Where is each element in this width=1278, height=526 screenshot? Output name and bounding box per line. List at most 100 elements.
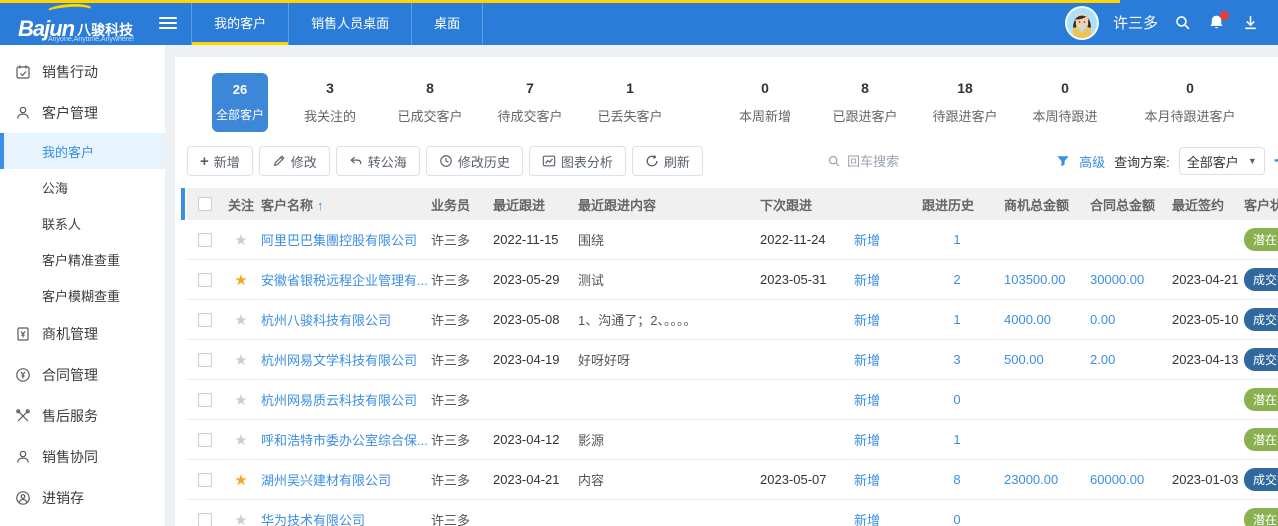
history-count-link[interactable]: 8	[953, 472, 960, 487]
star-icon[interactable]	[234, 432, 247, 449]
contract-amount-link[interactable]: 60000.00	[1090, 472, 1144, 487]
sidebar-item-exact-dedup[interactable]: 客户精准查重	[0, 241, 165, 277]
customer-name-link[interactable]: 阿里巴巴集團控股有限公司	[261, 233, 417, 248]
star-icon[interactable]	[234, 392, 247, 409]
add-follow-link[interactable]: 新增	[854, 513, 880, 526]
refresh-button[interactable]: 刷新	[632, 146, 703, 176]
stat-month-to-follow[interactable]: 0本月待跟进客户	[1130, 80, 1250, 125]
star-icon[interactable]	[234, 352, 247, 369]
tab-desktop[interactable]: 桌面	[411, 0, 483, 45]
customer-name-link[interactable]: 安徽省银税远程企业管理有...	[261, 273, 428, 288]
customer-name-link[interactable]: 杭州八骏科技有限公司	[261, 313, 391, 328]
download-icon[interactable]	[1240, 13, 1260, 33]
history-count-link[interactable]: 1	[953, 232, 960, 247]
topbar-right: 许三多	[1065, 6, 1278, 40]
add-follow-link[interactable]: 新增	[854, 233, 880, 248]
status-badge: 潜在客户	[1244, 228, 1278, 251]
modify-history-button[interactable]: 修改历史	[426, 146, 523, 176]
table-row: 安徽省银税远程企业管理有... 许三多 2023-05-29 测试 2023-0…	[187, 260, 1278, 300]
sidebar-item-public-sea[interactable]: 公海	[0, 169, 165, 205]
chart-analysis-button[interactable]: 图表分析	[529, 146, 626, 176]
sidebar-item-after-sales[interactable]: 售后服务	[0, 395, 165, 436]
sidebar-item-customer-mgmt[interactable]: 客户管理	[0, 92, 165, 133]
add-follow-link[interactable]: 新增	[854, 393, 880, 408]
contract-amount-link[interactable]: 2.00	[1090, 352, 1115, 367]
history-count-link[interactable]: 0	[953, 512, 960, 526]
row-checkbox[interactable]	[198, 313, 212, 327]
row-checkbox[interactable]	[198, 273, 212, 287]
sidebar-item-contract-mgmt[interactable]: 合同管理	[0, 354, 165, 395]
row-checkbox[interactable]	[198, 433, 212, 447]
stat-my-followed[interactable]: 3我关注的	[280, 80, 380, 125]
stat-new-this-week[interactable]: 0本周新增	[715, 80, 815, 125]
move-to-public-button[interactable]: 转公海	[336, 146, 420, 176]
history-count-link[interactable]: 0	[953, 392, 960, 407]
stat-to-follow[interactable]: 18待跟进客户	[915, 80, 1015, 125]
star-icon[interactable]	[234, 312, 247, 329]
sidebar-item-opportunity-mgmt[interactable]: 商机管理	[0, 313, 165, 354]
sidebar-item-contacts[interactable]: 联系人	[0, 205, 165, 241]
stat-deal-customers[interactable]: 8已成交客户	[380, 80, 480, 125]
sidebar-item-fuzzy-dedup[interactable]: 客户模糊查重	[0, 277, 165, 313]
stat-week-to-follow[interactable]: 0本周待跟进	[1015, 80, 1115, 125]
customer-name-link[interactable]: 杭州网易文学科技有限公司	[261, 353, 417, 368]
notification-badge	[1220, 11, 1229, 20]
history-count-link[interactable]: 3	[953, 352, 960, 367]
star-icon[interactable]	[234, 512, 247, 526]
row-checkbox[interactable]	[198, 393, 212, 407]
add-follow-link[interactable]: 新增	[854, 273, 880, 288]
filter-funnel-icon[interactable]	[1056, 154, 1070, 168]
advanced-search-link[interactable]: 高级	[1079, 152, 1105, 171]
notification-bell-icon[interactable]	[1206, 13, 1226, 33]
history-count-link[interactable]: 1	[953, 312, 960, 327]
add-follow-link[interactable]: 新增	[854, 353, 880, 368]
brand-logo: Bajun 八骏科技 Anyone,Anytime,Anywhere!	[18, 6, 133, 40]
star-icon[interactable]	[234, 472, 247, 489]
search-input[interactable]	[847, 154, 957, 169]
customer-name-link[interactable]: 华为技术有限公司	[261, 513, 365, 526]
history-count-link[interactable]: 1	[953, 432, 960, 447]
star-icon[interactable]	[234, 232, 247, 249]
row-checkbox[interactable]	[198, 513, 212, 526]
sidebar-item-inventory[interactable]: 进销存	[0, 477, 165, 518]
row-checkbox[interactable]	[198, 353, 212, 367]
add-plan-icon[interactable]: +	[1274, 151, 1278, 171]
table-row: 华为技术有限公司 许三多 新增 0 潜在客户	[187, 500, 1278, 526]
contract-amount-link[interactable]: 0.00	[1090, 312, 1115, 327]
search-icon[interactable]	[1172, 13, 1192, 33]
customer-name-link[interactable]: 呼和浩特市委办公室综合保...	[261, 433, 428, 448]
stat-all-customers[interactable]: 26全部客户	[212, 73, 268, 132]
row-checkbox[interactable]	[198, 473, 212, 487]
contract-amount-link[interactable]: 30000.00	[1090, 272, 1144, 287]
stat-followed-up[interactable]: 8已跟进客户	[815, 80, 915, 125]
opp-amount-link[interactable]: 103500.00	[1004, 272, 1065, 287]
stat-lost-customers[interactable]: 1已丢失客户	[580, 80, 680, 125]
customer-name-link[interactable]: 湖州吴兴建材有限公司	[261, 473, 391, 488]
tab-sales-desktop[interactable]: 销售人员桌面	[288, 0, 411, 45]
sort-asc-icon[interactable]: ↑	[317, 198, 324, 213]
add-follow-link[interactable]: 新增	[854, 433, 880, 448]
opp-amount-link[interactable]: 23000.00	[1004, 472, 1058, 487]
stat-pending-deal[interactable]: 7待成交客户	[480, 80, 580, 125]
query-plan-select[interactable]: 全部客户 ▼	[1179, 147, 1265, 175]
col-customer-name[interactable]: 客户名称↑	[259, 195, 431, 214]
menu-toggle-icon[interactable]	[159, 17, 177, 29]
select-all-checkbox[interactable]	[198, 197, 212, 211]
add-button[interactable]: +新增	[187, 146, 253, 176]
user-name[interactable]: 许三多	[1113, 12, 1158, 33]
opp-amount-link[interactable]: 4000.00	[1004, 312, 1051, 327]
add-follow-link[interactable]: 新增	[854, 313, 880, 328]
history-count-link[interactable]: 2	[953, 272, 960, 287]
customer-name-link[interactable]: 杭州网易质云科技有限公司	[261, 393, 417, 408]
row-checkbox[interactable]	[198, 233, 212, 247]
sidebar-item-sales-action[interactable]: 销售行动	[0, 51, 165, 92]
star-icon[interactable]	[234, 272, 247, 289]
edit-button[interactable]: 修改	[259, 146, 330, 176]
sidebar-item-my-customers[interactable]: 我的客户	[0, 133, 165, 169]
avatar[interactable]	[1065, 6, 1099, 40]
sidebar-item-sales-collab[interactable]: 销售协同	[0, 436, 165, 477]
opp-amount-link[interactable]: 500.00	[1004, 352, 1044, 367]
add-follow-link[interactable]: 新增	[854, 473, 880, 488]
col-contract-amount: 合同总金额	[1084, 195, 1166, 214]
tab-my-customers[interactable]: 我的客户	[191, 0, 288, 45]
